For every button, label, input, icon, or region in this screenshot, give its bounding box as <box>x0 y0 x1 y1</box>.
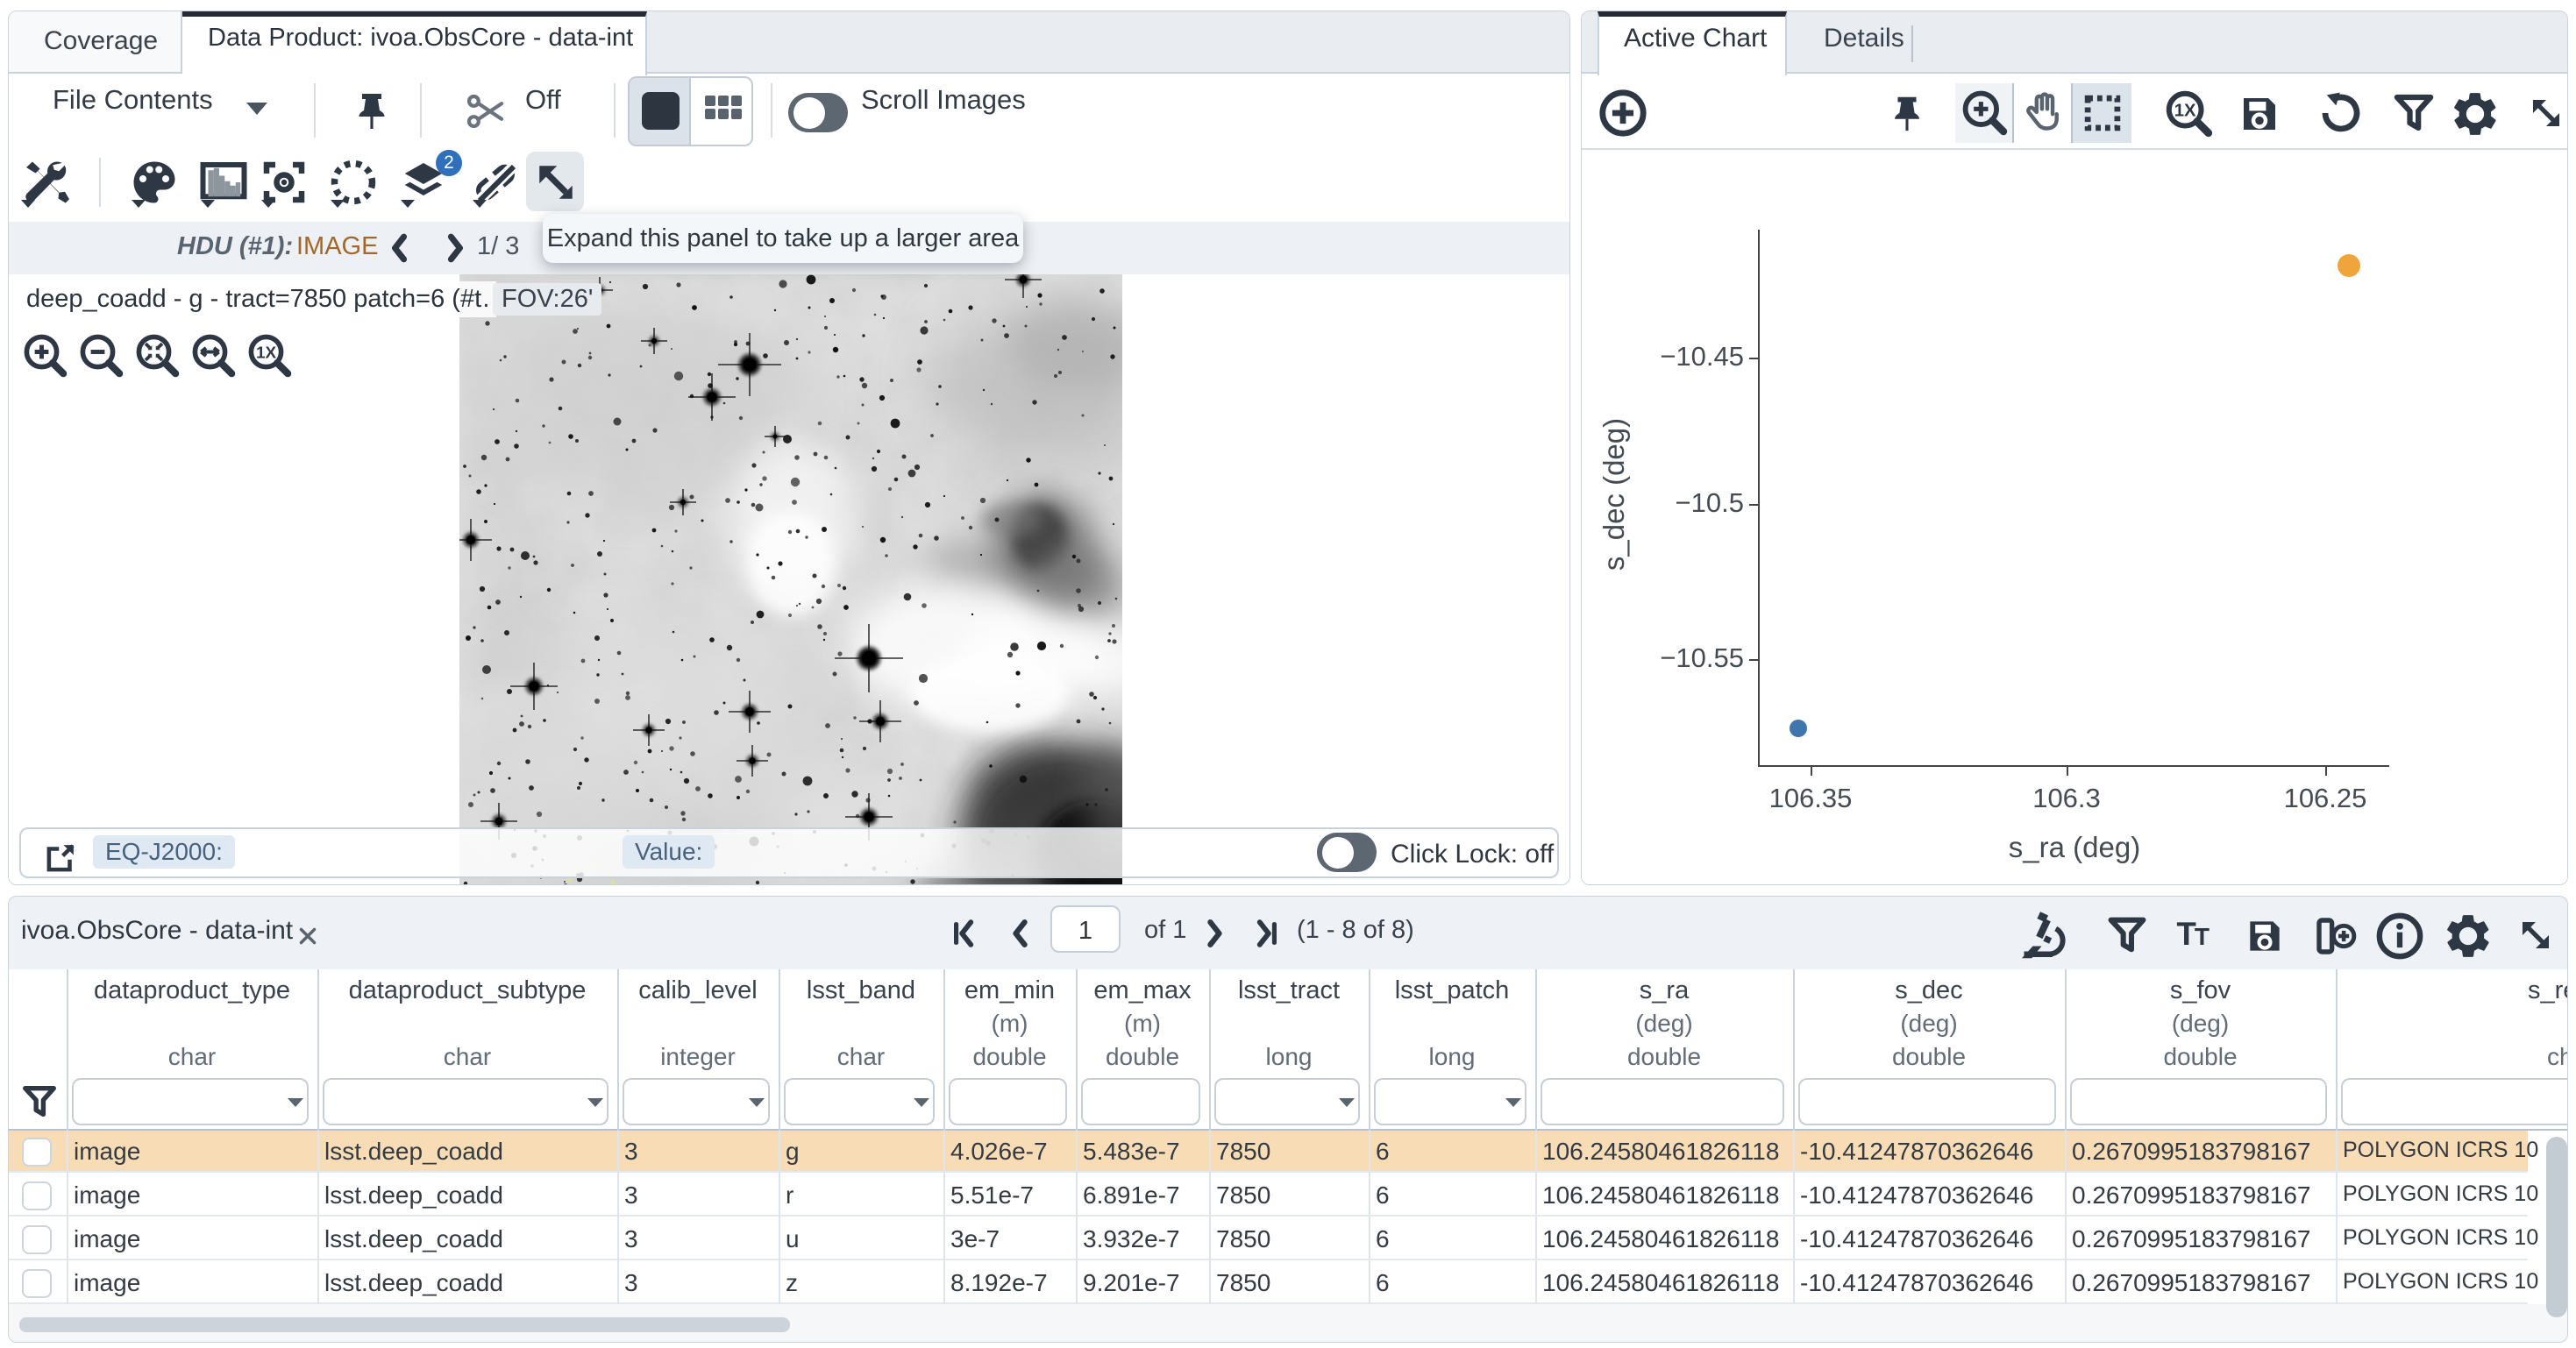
svg-text:1X: 1X <box>256 344 277 362</box>
svg-text:T: T <box>2176 916 2195 952</box>
svg-text:T: T <box>2195 923 2210 950</box>
svg-text:1X: 1X <box>2174 101 2196 120</box>
